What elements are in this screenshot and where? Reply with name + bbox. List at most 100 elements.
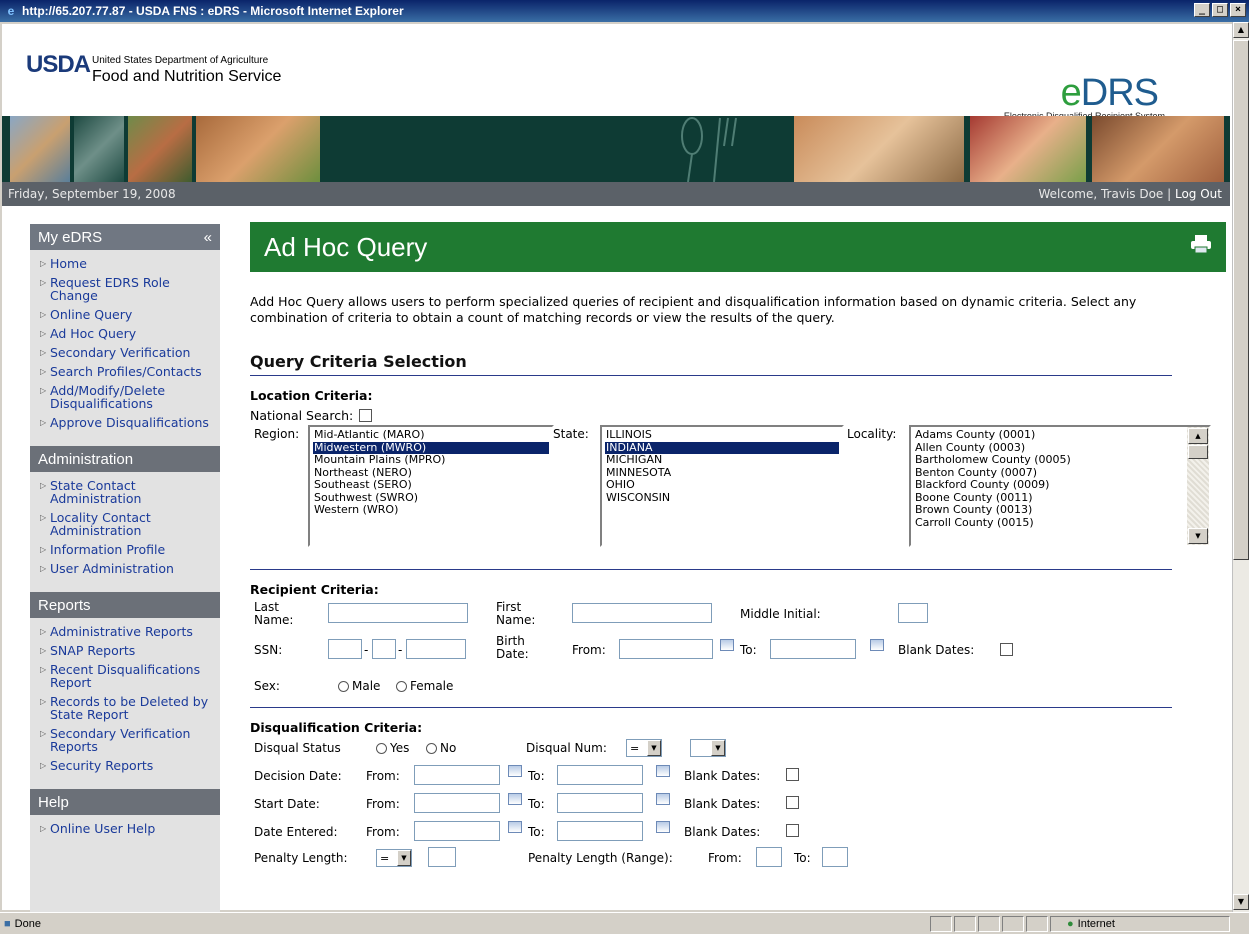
- entered-blank-dates-checkbox[interactable]: [786, 824, 799, 837]
- sidebar-item-my-edrs-6[interactable]: Add/Modify/Delete Disqualifications: [40, 381, 216, 413]
- sex-female-option[interactable]: Female: [396, 679, 453, 693]
- sidebar-item-reports-2[interactable]: Recent Disqualifications Report: [40, 660, 216, 692]
- maximize-button[interactable]: □: [1212, 3, 1228, 17]
- sidebar-item-help-0[interactable]: Online User Help: [40, 819, 216, 838]
- sidebar-item-reports-4[interactable]: Secondary Verification Reports: [40, 724, 216, 756]
- region-listbox[interactable]: Mid-Atlantic (MARO) Midwestern (MWRO) Moun…: [308, 425, 554, 547]
- calendar-icon[interactable]: [656, 793, 670, 805]
- calendar-icon[interactable]: [508, 821, 522, 833]
- scroll-up-icon[interactable]: ▲: [1188, 428, 1208, 444]
- sidebar-item-reports-3[interactable]: Records to be Deleted by State Report: [40, 692, 216, 724]
- sidebar-item-admin-0[interactable]: State Contact Administration: [40, 476, 216, 508]
- ssn-part3-input[interactable]: [406, 639, 466, 659]
- sidebar-item-my-edrs-3[interactable]: Ad Hoc Query: [40, 324, 216, 343]
- calendar-icon[interactable]: [720, 639, 734, 651]
- page-scrollbar[interactable]: ▲ ▼: [1232, 22, 1249, 912]
- sidebar-item-admin-2[interactable]: Information Profile: [40, 540, 216, 559]
- penalty-length-input[interactable]: [428, 847, 456, 867]
- sidebar-item-my-edrs-0[interactable]: Home: [40, 254, 216, 273]
- region-option[interactable]: Western (WRO): [313, 503, 549, 517]
- locality-option[interactable]: Brown County (0013): [914, 503, 1187, 517]
- penalty-range-label: Penalty Length (Range):: [528, 851, 673, 865]
- decision-date-to-input[interactable]: [557, 765, 643, 785]
- scroll-thumb[interactable]: [1188, 445, 1208, 459]
- state-option[interactable]: MINNESOTA: [605, 466, 839, 480]
- sidebar-item-admin-3[interactable]: User Administration: [40, 559, 216, 578]
- minimize-button[interactable]: _: [1194, 3, 1210, 17]
- calendar-icon[interactable]: [656, 821, 670, 833]
- chevron-down-icon: ▼: [647, 740, 661, 756]
- region-option[interactable]: Mid-Atlantic (MARO): [313, 428, 549, 442]
- birth-date-to-input[interactable]: [770, 639, 856, 659]
- sidebar-item-my-edrs-2[interactable]: Online Query: [40, 305, 216, 324]
- usda-logo[interactable]: USDA: [26, 51, 91, 79]
- national-search-checkbox[interactable]: [359, 409, 373, 422]
- female-radio[interactable]: [396, 680, 407, 692]
- page-scroll-thumb[interactable]: [1233, 40, 1249, 560]
- scroll-down-icon[interactable]: ▼: [1188, 528, 1208, 544]
- state-option[interactable]: WISCONSIN: [605, 491, 839, 505]
- state-listbox[interactable]: ILLINOIS INDIANA MICHIGAN MINNESOTA OHIO WISC…: [600, 425, 844, 547]
- ssn-part2-input[interactable]: [372, 639, 396, 659]
- calendar-icon[interactable]: [508, 793, 522, 805]
- decision-blank-dates-checkbox[interactable]: [786, 768, 799, 781]
- penalty-range-from-input[interactable]: [756, 847, 782, 867]
- scroll-up-icon[interactable]: ▲: [1233, 22, 1249, 38]
- state-option[interactable]: MICHIGAN: [605, 453, 839, 467]
- sidebar-item-my-edrs-7[interactable]: Approve Disqualifications: [40, 413, 216, 432]
- disqual-status-yes[interactable]: Yes: [376, 741, 409, 755]
- disqual-num-value-select[interactable]: ▼: [690, 739, 726, 757]
- locality-option[interactable]: Carroll County (0015): [914, 516, 1187, 530]
- start-date-from-input[interactable]: [414, 793, 500, 813]
- middle-initial-label: Middle Initial:: [740, 607, 821, 621]
- penalty-operator-select[interactable]: = ▼: [376, 849, 412, 867]
- male-radio[interactable]: [338, 680, 349, 692]
- sidebar-item-admin-1[interactable]: Locality Contact Administration: [40, 508, 216, 540]
- birth-blank-dates-checkbox[interactable]: [1000, 643, 1013, 656]
- edrs-logo: eDRS: [1060, 72, 1159, 114]
- banner-photo-runner: [74, 116, 124, 182]
- date-entered-to-input[interactable]: [557, 821, 643, 841]
- region-label: Region:: [254, 427, 300, 441]
- calendar-icon[interactable]: [870, 639, 884, 651]
- middle-initial-input[interactable]: [898, 603, 928, 623]
- disqual-num-operator-select[interactable]: = ▼: [626, 739, 662, 757]
- locality-option[interactable]: Bartholomew County (0005): [914, 453, 1187, 467]
- sidebar-item-reports-5[interactable]: Security Reports: [40, 756, 216, 775]
- disqual-status-no[interactable]: No: [426, 741, 456, 755]
- calendar-icon[interactable]: [508, 765, 522, 777]
- penalty-range-to-input[interactable]: [822, 847, 848, 867]
- decision-date-from-input[interactable]: [414, 765, 500, 785]
- sidebar-item-my-edrs-4[interactable]: Secondary Verification: [40, 343, 216, 362]
- yes-radio[interactable]: [376, 742, 387, 754]
- first-name-input[interactable]: [572, 603, 712, 623]
- sex-male-option[interactable]: Male: [338, 679, 380, 693]
- locality-listbox[interactable]: Adams County (0001) Allen County (0003) Ba…: [909, 425, 1211, 547]
- state-option[interactable]: OHIO: [605, 478, 839, 492]
- date-entered-from-input[interactable]: [414, 821, 500, 841]
- calendar-icon[interactable]: [656, 765, 670, 777]
- banner-photo-mother-child: [1092, 116, 1224, 182]
- printer-icon[interactable]: [1190, 234, 1212, 254]
- collapse-icon[interactable]: «: [204, 229, 212, 246]
- logout-link[interactable]: Log Out: [1175, 187, 1222, 201]
- sidebar-item-reports-0[interactable]: Administrative Reports: [40, 622, 216, 641]
- region-option[interactable]: Southeast (SERO): [313, 478, 549, 492]
- locality-option[interactable]: Blackford County (0009): [914, 478, 1187, 492]
- no-radio[interactable]: [426, 742, 437, 754]
- ssn-part1-input[interactable]: [328, 639, 362, 659]
- birth-date-from-input[interactable]: [619, 639, 713, 659]
- agency-line2: Food and Nutrition Service: [92, 68, 282, 85]
- sidebar-item-my-edrs-1[interactable]: Request EDRS Role Change: [40, 273, 216, 305]
- sidebar-item-my-edrs-5[interactable]: Search Profiles/Contacts: [40, 362, 216, 381]
- start-blank-dates-checkbox[interactable]: [786, 796, 799, 809]
- region-option[interactable]: Mountain Plains (MPRO): [313, 453, 549, 467]
- locality-scrollbar[interactable]: ▲ ▼: [1187, 427, 1209, 545]
- last-name-input[interactable]: [328, 603, 468, 623]
- locality-option[interactable]: Adams County (0001): [914, 428, 1187, 442]
- state-option[interactable]: ILLINOIS: [605, 428, 839, 442]
- sidebar-item-reports-1[interactable]: SNAP Reports: [40, 641, 216, 660]
- close-button[interactable]: ×: [1230, 3, 1246, 17]
- start-date-to-input[interactable]: [557, 793, 643, 813]
- scroll-down-icon[interactable]: ▼: [1233, 894, 1249, 910]
